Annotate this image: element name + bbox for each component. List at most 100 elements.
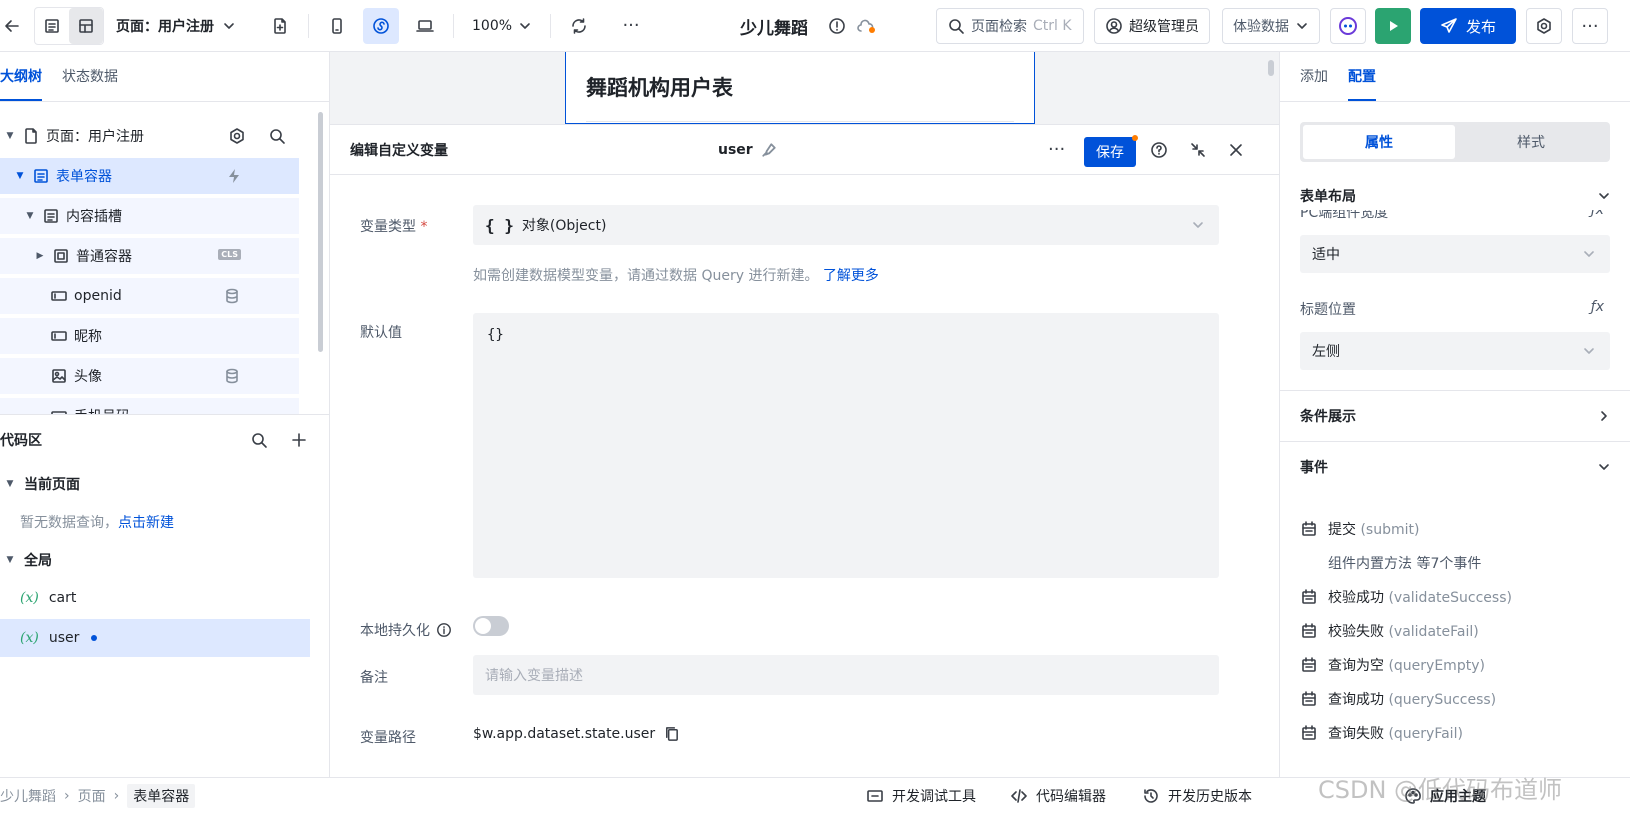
refresh-icon[interactable] — [561, 8, 597, 44]
preview-title: 舞蹈机构用户表 — [586, 76, 733, 100]
page-list-icon[interactable] — [35, 8, 69, 44]
event-builtin-methods[interactable]: 组件内置方法 等7个事件 — [1328, 551, 1481, 575]
tree-node-nickname[interactable]: 昵称 — [0, 318, 299, 354]
section-events[interactable]: 事件 — [1280, 441, 1630, 491]
breadcrumb-app[interactable]: 少儿舞蹈 — [0, 786, 56, 806]
seg-style[interactable]: 样式 — [1455, 125, 1607, 159]
tab-add[interactable]: 添加 — [1300, 51, 1328, 101]
close-icon[interactable] — [1227, 141, 1245, 159]
gear-icon[interactable] — [228, 127, 246, 145]
image-upload-icon — [52, 369, 66, 383]
persist-toggle[interactable] — [473, 616, 509, 636]
more-icon[interactable]: ··· — [613, 8, 649, 44]
create-query-link[interactable]: 点击新建 — [118, 512, 174, 532]
tab-config[interactable]: 配置 — [1348, 51, 1376, 101]
copy-icon[interactable] — [663, 725, 680, 742]
tree-node-page[interactable]: ▼ 页面：用户注册 — [0, 118, 300, 154]
default-value-editor[interactable]: {} — [473, 313, 1219, 578]
divider — [308, 13, 309, 38]
history-button[interactable]: 开发历史版本 — [1142, 778, 1252, 814]
calendar-icon — [1302, 521, 1316, 536]
search-icon[interactable] — [250, 431, 268, 449]
input-icon — [51, 291, 67, 301]
event-query-empty[interactable]: 查询为空 (queryEmpty) — [1300, 653, 1485, 677]
dev-tools-label: 开发调试工具 — [892, 789, 976, 805]
editor-canvas: 舞蹈机构用户表 编辑自定义变量 user ··· 保存 变量类型 * { } 对… — [330, 52, 1279, 777]
pc-width-select[interactable]: 适中 — [1300, 235, 1610, 273]
breadcrumb: 少儿舞蹈 › 页面 › 表单容器 — [0, 783, 196, 808]
ai-assistant-button[interactable] — [1330, 8, 1366, 44]
tree-node-content-slot[interactable]: ▼ 内容插槽 — [0, 198, 299, 234]
code-group-global[interactable]: ▼ 全局 — [0, 541, 330, 579]
dev-tools-button[interactable]: 开发调试工具 — [866, 778, 976, 814]
pc-view-icon[interactable] — [407, 8, 443, 44]
tree-node-form-container[interactable]: ▼ 表单容器 — [0, 158, 299, 194]
event-validate-success[interactable]: 校验成功 (validateSuccess) — [1300, 585, 1512, 609]
empty-query-hint: 暂无数据查询， 点击新建 — [0, 503, 330, 541]
remark-input[interactable]: 请输入变量描述 — [473, 655, 1219, 695]
section-conditional-display[interactable]: 条件展示 — [1280, 390, 1630, 440]
data-env-selector[interactable]: 体验数据 — [1222, 8, 1320, 44]
code-editor-button[interactable]: 代码编辑器 — [1010, 778, 1106, 814]
calendar-icon — [1302, 725, 1316, 740]
fx-icon[interactable]: ƒx — [1591, 210, 1604, 218]
info-icon[interactable] — [436, 622, 452, 638]
status-bar: 少儿舞蹈 › 页面 › 表单容器 开发调试工具 代码编辑器 开发历史版本 应用主… — [0, 776, 1630, 814]
mini-program-view-icon[interactable] — [363, 7, 399, 44]
property-style-switch: 属性 样式 — [1300, 122, 1610, 162]
search-icon[interactable] — [268, 127, 286, 145]
variable-item-user[interactable]: (x) user — [0, 619, 310, 657]
caret-down-icon: ▼ — [6, 555, 14, 565]
help-icon[interactable] — [1150, 141, 1168, 159]
add-page-icon[interactable] — [262, 8, 298, 44]
tree-node-phone[interactable]: 手机号码 — [0, 398, 299, 414]
page-selector[interactable]: 页面：用户注册 — [104, 8, 248, 44]
unsaved-dot — [1132, 135, 1138, 141]
title-position-select[interactable]: 左侧 — [1300, 332, 1610, 370]
left-tabs: 大纲树 状态数据 — [0, 52, 329, 102]
more-icon[interactable]: ··· — [1048, 139, 1065, 160]
breadcrumb-component[interactable]: 表单容器 — [127, 783, 196, 808]
mobile-view-icon[interactable] — [319, 8, 355, 44]
tab-state-data[interactable]: 状态数据 — [62, 51, 118, 101]
publish-button[interactable]: 发布 — [1420, 8, 1516, 44]
plus-icon[interactable] — [290, 431, 308, 449]
learn-more-link[interactable]: 了解更多 — [823, 268, 879, 284]
canvas-scrollbar[interactable] — [1268, 60, 1274, 76]
event-query-fail[interactable]: 查询失败 (queryFail) — [1300, 721, 1463, 745]
tree-node-openid[interactable]: openid — [0, 278, 299, 314]
seg-properties[interactable]: 属性 — [1303, 125, 1455, 159]
right-tabs: 添加 配置 — [1280, 52, 1630, 102]
fx-icon[interactable]: ƒx — [1591, 299, 1604, 315]
cloud-status-icon[interactable] — [856, 17, 875, 35]
more-menu-button[interactable]: ··· — [1572, 8, 1608, 44]
code-group-current-page[interactable]: ▼ 当前页面 — [0, 465, 330, 503]
event-name: 校验成功 — [1328, 590, 1384, 606]
event-validate-fail[interactable]: 校验失败 (validateFail) — [1300, 619, 1479, 643]
event-query-success[interactable]: 查询成功 (querySuccess) — [1300, 687, 1496, 711]
zoom-selector[interactable]: 100% — [464, 8, 540, 44]
user-role-button[interactable]: 超级管理员 — [1094, 8, 1210, 44]
page-search-input[interactable]: 页面检索 Ctrl K — [936, 8, 1084, 44]
event-submit[interactable]: 提交 (submit) — [1300, 517, 1419, 541]
layout-icon[interactable] — [69, 7, 103, 44]
history-icon — [1144, 789, 1158, 803]
settings-button[interactable] — [1526, 8, 1562, 44]
save-button[interactable]: 保存 — [1084, 135, 1138, 167]
container-icon — [54, 249, 68, 263]
info-icon[interactable] — [828, 17, 846, 35]
preview-form-card[interactable]: 舞蹈机构用户表 — [565, 52, 1035, 124]
back-arrow-icon[interactable] — [0, 8, 24, 44]
lightning-icon[interactable] — [225, 167, 243, 185]
edit-pin-icon[interactable] — [761, 142, 777, 158]
tree-node-avatar[interactable]: 头像 — [0, 358, 299, 394]
publish-label: 发布 — [1465, 17, 1496, 36]
tree-scrollbar[interactable] — [318, 112, 323, 352]
tab-outline-tree[interactable]: 大纲树 — [0, 51, 42, 101]
breadcrumb-page[interactable]: 页面 — [78, 786, 106, 806]
tree-node-normal-container[interactable]: ▶ 普通容器 CLS — [0, 238, 299, 274]
variable-type-select[interactable]: { } 对象(Object) — [473, 205, 1219, 245]
collapse-icon[interactable] — [1189, 141, 1207, 159]
variable-item-cart[interactable]: (x) cart — [0, 579, 330, 617]
preview-button[interactable] — [1375, 8, 1411, 44]
